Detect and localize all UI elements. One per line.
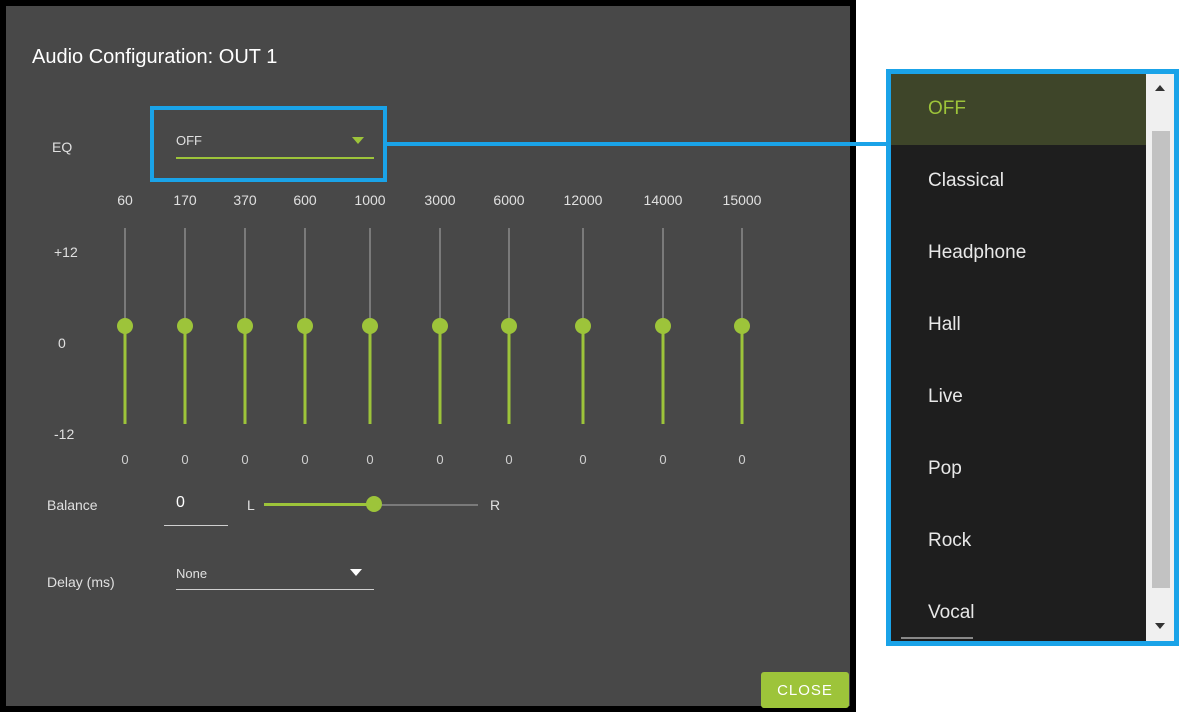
balance-value-input[interactable]: 0 xyxy=(176,494,185,512)
scroll-down-button[interactable] xyxy=(1146,611,1174,641)
dropdown-option[interactable]: Headphone xyxy=(891,217,1146,289)
eq-slider-track[interactable] xyxy=(304,228,306,326)
eq-gain-value: 0 xyxy=(121,452,129,467)
eq-slider-track[interactable] xyxy=(369,228,371,326)
eq-slider-handle[interactable] xyxy=(501,318,517,334)
balance-left-label: L xyxy=(247,497,255,513)
eq-slider-handle[interactable] xyxy=(575,318,591,334)
scroll-up-button[interactable] xyxy=(1146,74,1174,104)
balance-slider-track-remaining[interactable] xyxy=(374,504,478,506)
eq-frequency-label: 3000 xyxy=(424,192,456,208)
eq-slider-handle[interactable] xyxy=(655,318,671,334)
eq-frequency-label: 15000 xyxy=(722,192,762,208)
eq-slider-handle[interactable] xyxy=(362,318,378,334)
eq-slider-fill[interactable] xyxy=(368,326,372,424)
eq-slider-track[interactable] xyxy=(244,228,246,326)
eq-gain-value: 0 xyxy=(436,452,444,467)
eq-slider-track[interactable] xyxy=(508,228,510,326)
eq-frequency-label: 14000 xyxy=(643,192,683,208)
eq-slider-handle[interactable] xyxy=(117,318,133,334)
dropdown-option[interactable]: OFF xyxy=(891,74,1146,145)
eq-slider-track[interactable] xyxy=(184,228,186,326)
dropdown-option[interactable]: Hall xyxy=(891,289,1146,361)
dropdown-option[interactable]: Live xyxy=(891,361,1146,433)
arrow-up-icon xyxy=(1155,85,1165,91)
balance-slider-track[interactable] xyxy=(264,503,374,506)
balance-slider-handle[interactable] xyxy=(366,496,382,512)
balance-right-label: R xyxy=(490,497,501,513)
balance-input-underline xyxy=(164,525,228,526)
eq-slider-handle[interactable] xyxy=(177,318,193,334)
eq-slider-fill[interactable] xyxy=(183,326,187,424)
eq-gain-value: 0 xyxy=(301,452,309,467)
eq-gain-value: 0 xyxy=(241,452,249,467)
eq-frequency-label: 1000 xyxy=(354,192,386,208)
chevron-down-icon xyxy=(350,569,362,576)
dropdown-scrollbar[interactable] xyxy=(1146,74,1174,641)
eq-slider-track[interactable] xyxy=(741,228,743,326)
eq-gain-value: 0 xyxy=(181,452,189,467)
eq-gain-value: 0 xyxy=(659,452,667,467)
highlight-connector xyxy=(387,142,889,146)
eq-slider-handle[interactable] xyxy=(297,318,313,334)
eq-slider-fill[interactable] xyxy=(740,326,744,424)
eq-slider-track[interactable] xyxy=(124,228,126,326)
eq-slider-track[interactable] xyxy=(439,228,441,326)
eq-gain-value: 0 xyxy=(579,452,587,467)
eq-frequency-label: 60 xyxy=(117,192,133,208)
eq-label: EQ xyxy=(52,139,73,155)
eq-slider-handle[interactable] xyxy=(734,318,750,334)
eq-scale-top: +12 xyxy=(54,244,78,260)
eq-slider-handle[interactable] xyxy=(432,318,448,334)
eq-frequency-label: 370 xyxy=(233,192,257,208)
eq-gain-value: 0 xyxy=(366,452,374,467)
delay-selected-value: None xyxy=(176,566,208,581)
eq-slider-track[interactable] xyxy=(662,228,664,326)
dropdown-option[interactable]: Vocal xyxy=(891,577,1146,641)
eq-slider-track[interactable] xyxy=(582,228,584,326)
eq-frequency-label: 12000 xyxy=(563,192,603,208)
scrollbar-thumb[interactable] xyxy=(1152,131,1170,588)
dropdown-option[interactable]: Pop xyxy=(891,433,1146,505)
dropdown-underline xyxy=(901,637,973,639)
eq-scale-bottom: -12 xyxy=(54,426,75,442)
dropdown-option[interactable]: Classical xyxy=(891,145,1146,217)
balance-label: Balance xyxy=(47,497,98,513)
arrow-down-icon xyxy=(1155,623,1165,629)
eq-slider-handle[interactable] xyxy=(237,318,253,334)
eq-gain-value: 0 xyxy=(505,452,513,467)
eq-scale-mid: 0 xyxy=(58,335,66,351)
eq-slider-fill[interactable] xyxy=(123,326,127,424)
eq-frequency-label: 600 xyxy=(293,192,317,208)
audio-config-dialog: Audio Configuration: OUT 1 EQ OFF 60 0 170… xyxy=(0,0,856,712)
eq-frequency-label: 6000 xyxy=(493,192,525,208)
eq-slider-fill[interactable] xyxy=(243,326,247,424)
dropdown-option[interactable]: Rock xyxy=(891,505,1146,577)
eq-slider-fill[interactable] xyxy=(581,326,585,424)
eq-dropdown-list: OFF Classical Headphone Hall Live Pop Rock Voca… xyxy=(891,74,1146,641)
delay-select[interactable]: None xyxy=(176,564,374,590)
eq-frequency-label: 170 xyxy=(173,192,197,208)
eq-slider-fill[interactable] xyxy=(661,326,665,424)
eq-gain-value: 0 xyxy=(738,452,746,467)
eq-slider-fill[interactable] xyxy=(507,326,511,424)
eq-select-highlight xyxy=(150,106,387,182)
eq-slider-fill[interactable] xyxy=(303,326,307,424)
eq-slider-fill[interactable] xyxy=(438,326,442,424)
close-button[interactable]: CLOSE xyxy=(761,672,849,708)
dialog-title: Audio Configuration: OUT 1 xyxy=(32,46,278,68)
delay-label: Delay (ms) xyxy=(47,574,115,590)
eq-dropdown-menu: OFF Classical Headphone Hall Live Pop Rock Voca… xyxy=(886,69,1179,646)
